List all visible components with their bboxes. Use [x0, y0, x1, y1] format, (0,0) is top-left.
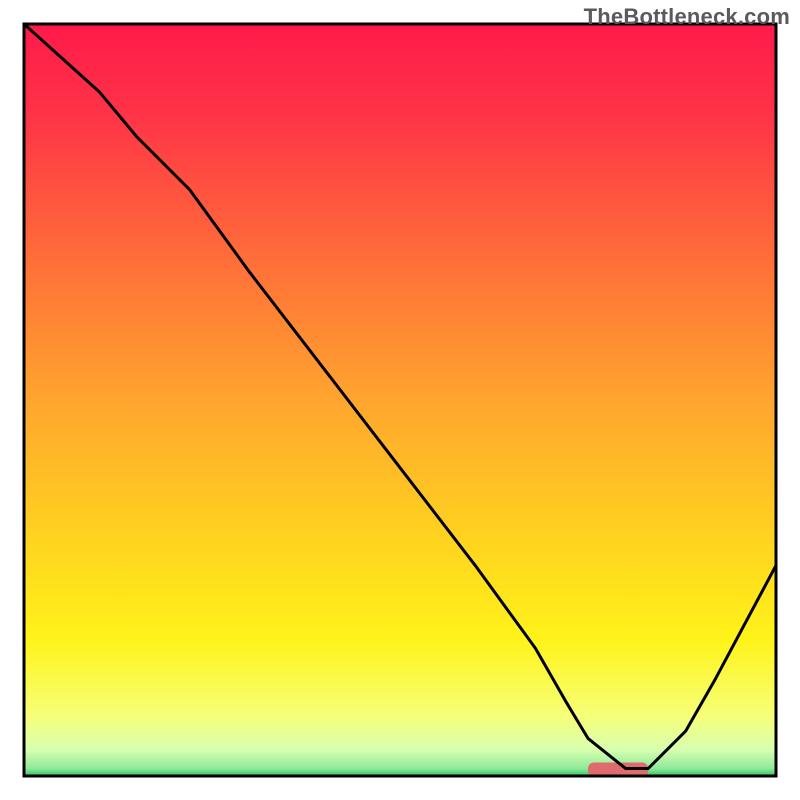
bottleneck-chart: TheBottleneck.com	[0, 0, 800, 800]
plot-svg	[0, 0, 800, 800]
watermark-text: TheBottleneck.com	[584, 4, 790, 30]
